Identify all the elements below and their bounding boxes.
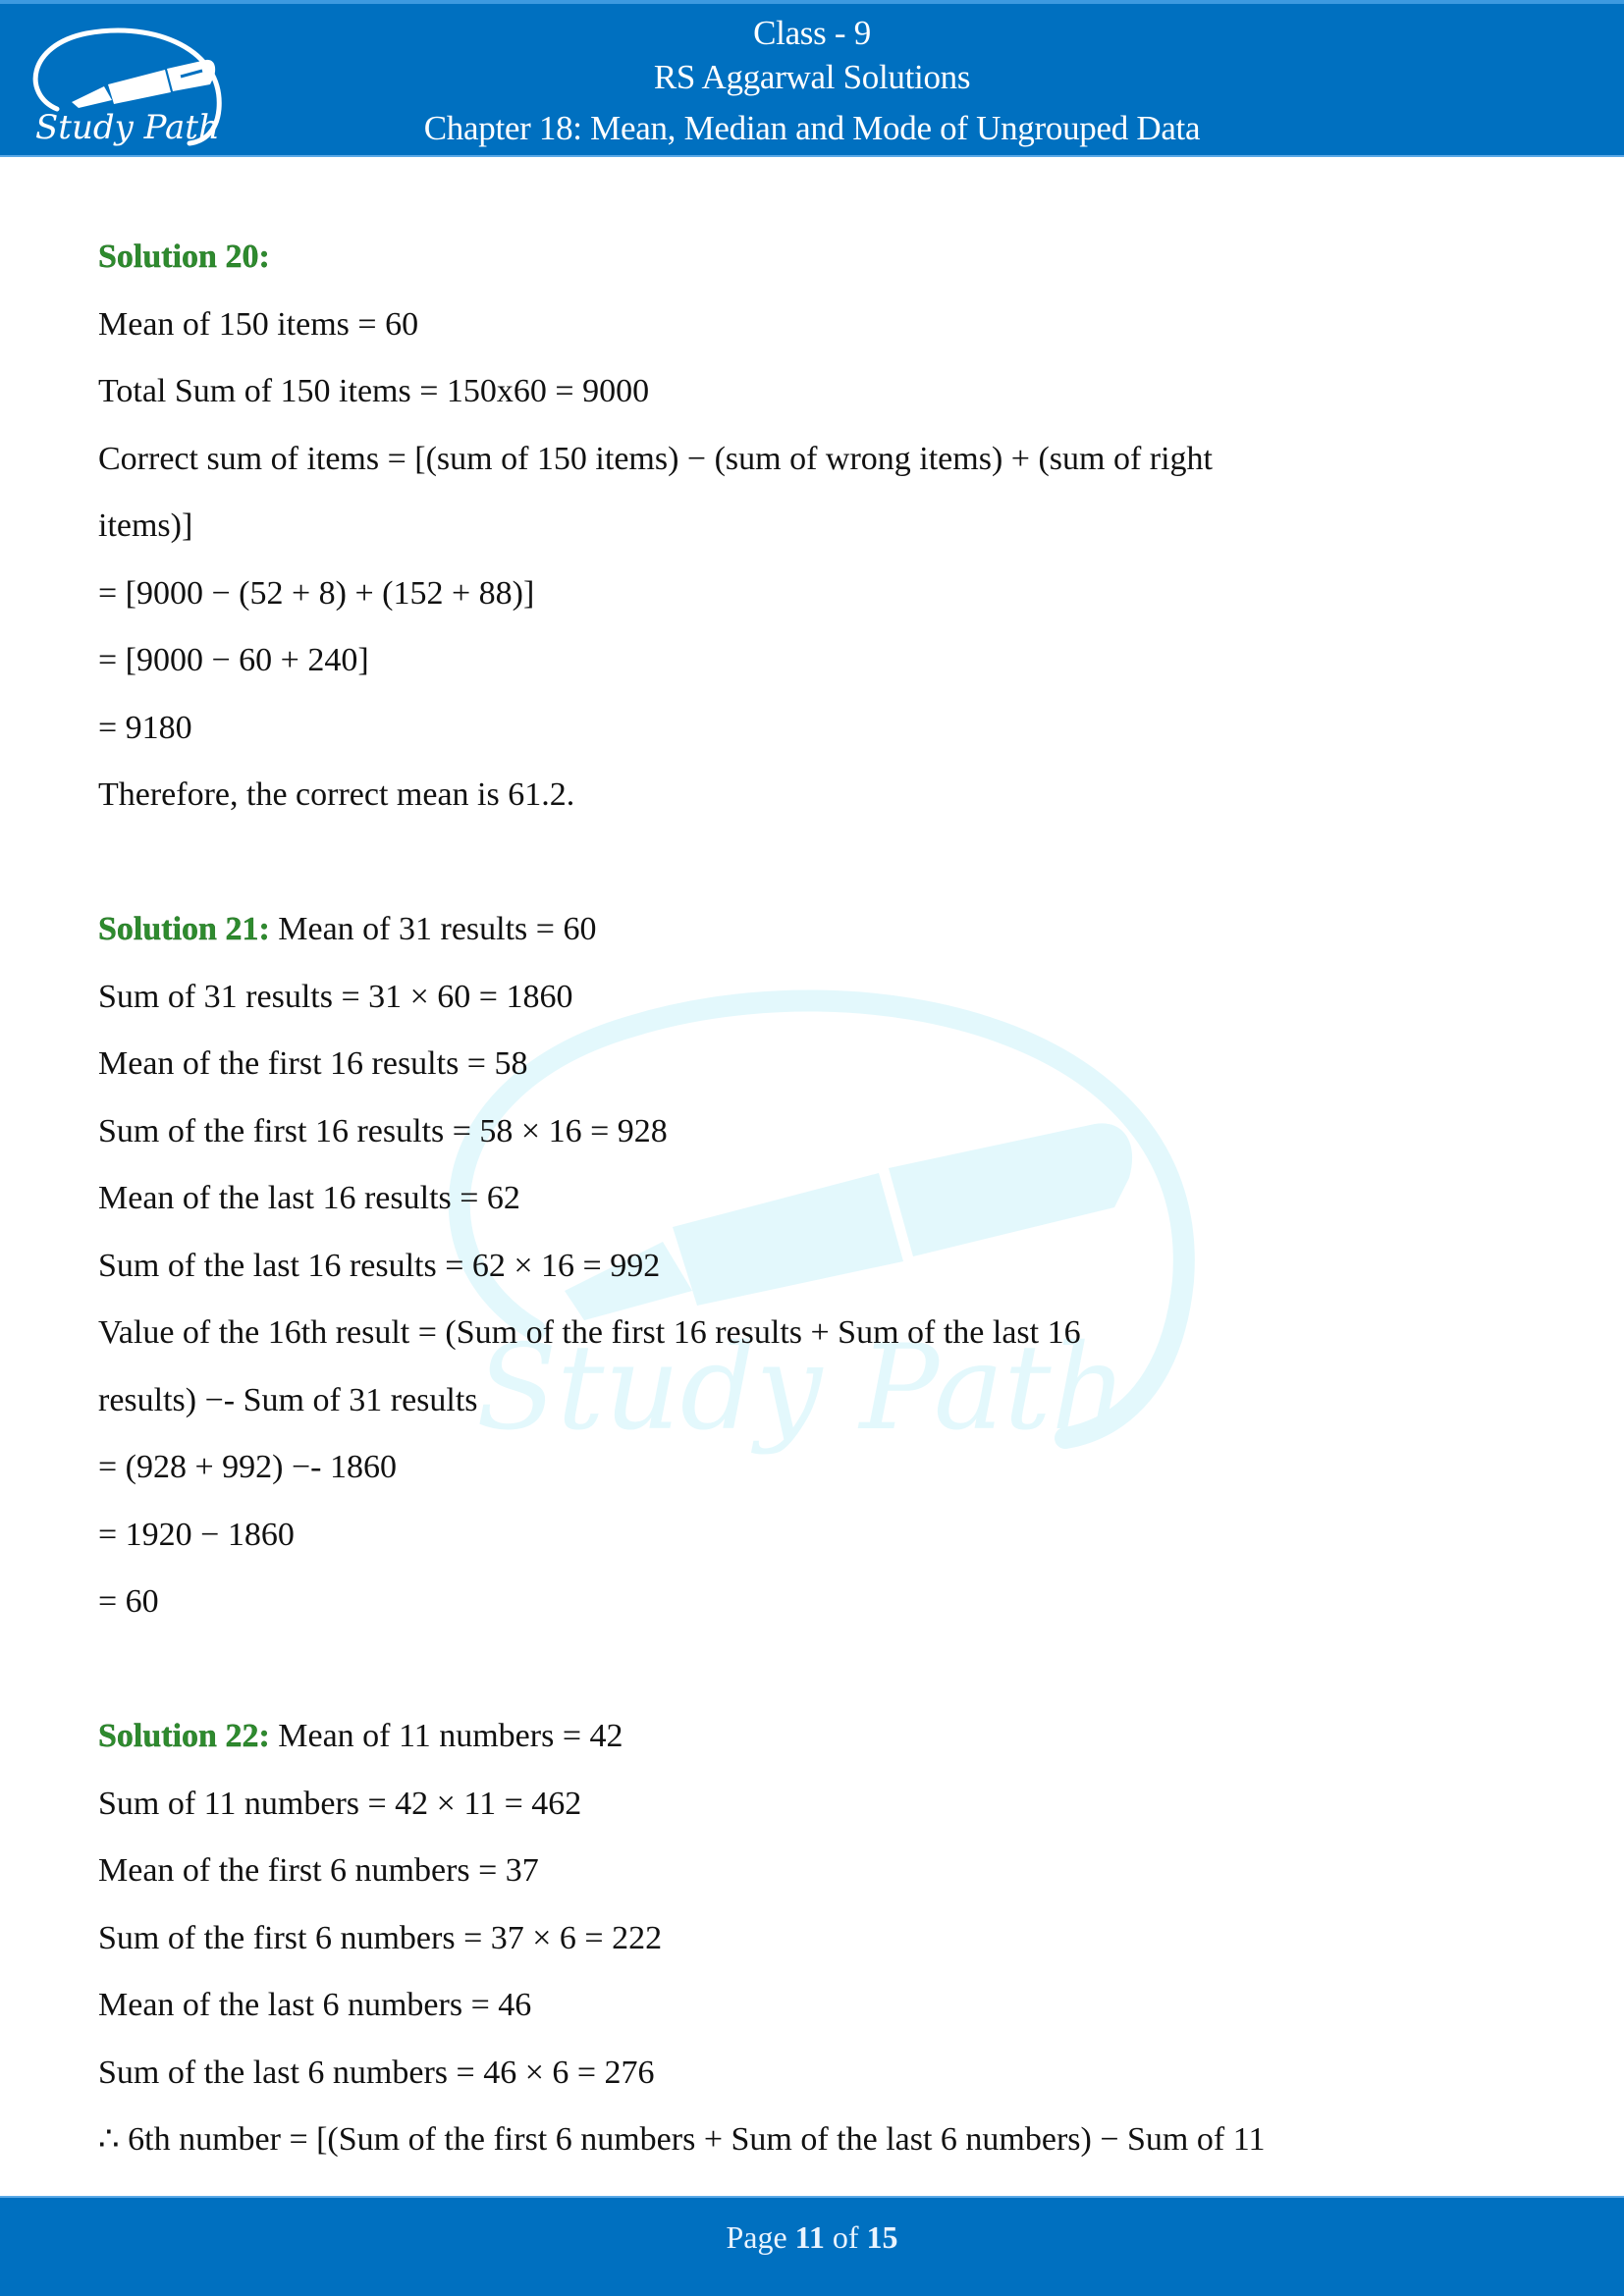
chapter-title: Chapter 18: Mean, Median and Mode of Ung… xyxy=(423,109,1201,147)
solution-heading-row: Solution 20: xyxy=(98,232,1532,299)
solution-line: Sum of the last 16 results = 62 × 16 = 9… xyxy=(98,1247,661,1284)
solution-line: = [9000 − (52 + 8) + (152 + 88)] xyxy=(98,574,535,612)
solution-inline-text: Mean of 31 results = 60 xyxy=(269,911,597,947)
solution-inline-text: Mean of 11 numbers = 42 xyxy=(269,1718,623,1754)
solution-line: = 60 xyxy=(98,1583,159,1620)
solution-line: Mean of the last 16 results = 62 xyxy=(98,1180,520,1216)
solution-line: Mean of the last 6 numbers = 46 xyxy=(98,1987,532,2023)
solution-line: Sum of the first 16 results = 58 × 16 = … xyxy=(98,1112,668,1149)
current-page: 11 xyxy=(794,2219,825,2255)
solution-line: Mean of 150 items = 60 xyxy=(98,305,419,343)
solution-line: Mean of the first 6 numbers = 37 xyxy=(98,1852,539,1889)
solution-line: Correct sum of items = [(sum of 150 item… xyxy=(98,440,1213,477)
page-of-label: of xyxy=(824,2219,867,2255)
page-prefix: Page xyxy=(726,2219,795,2255)
solution-21-heading: Solution 21: xyxy=(98,911,270,947)
solution-22-heading: Solution 22: xyxy=(98,1718,270,1754)
solution-line: ∴ 6th number = [(Sum of the first 6 numb… xyxy=(98,2121,1266,2158)
class-label: Class - 9 xyxy=(753,14,871,52)
solution-heading-row: Solution 21: Mean of 31 results = 60 xyxy=(98,904,1532,972)
solution-line: Therefore, the correct mean is 61.2. xyxy=(98,776,575,813)
solution-line: Value of the 16th result = (Sum of the f… xyxy=(98,1314,1081,1351)
solution-20-heading: Solution 20: xyxy=(98,239,270,275)
total-pages: 15 xyxy=(866,2219,898,2255)
solutions-content: Solution 20: Mean of 150 items = 60 Tota… xyxy=(98,232,1532,2182)
solution-heading-row: Solution 22: Mean of 11 numbers = 42 xyxy=(98,1711,1532,1779)
solution-line: Sum of 31 results = 31 × 60 = 1860 xyxy=(98,978,573,1015)
page-header: Study Path Class - 9 RS Aggarwal Solutio… xyxy=(0,0,1624,157)
solution-line: Sum of 11 numbers = 42 × 11 = 462 xyxy=(98,1785,582,1822)
solution-line: Mean of the first 16 results = 58 xyxy=(98,1045,528,1082)
solution-line: = [9000 − 60 + 240] xyxy=(98,642,369,678)
solution-line: Total Sum of 150 items = 150x60 = 9000 xyxy=(98,373,650,409)
book-title: RS Aggarwal Solutions xyxy=(653,58,971,96)
solution-line: = (928 + 992) −- 1860 xyxy=(98,1449,397,1485)
solution-line: Sum of the last 6 numbers = 46 × 6 = 276 xyxy=(98,2054,655,2091)
solution-line: = 9180 xyxy=(98,709,192,746)
solution-line: results) −- Sum of 31 results xyxy=(98,1381,478,1418)
solution-line: items)] xyxy=(98,507,193,544)
solution-line: Sum of the first 6 numbers = 37 × 6 = 22… xyxy=(98,1919,663,1956)
solution-line: = 1920 − 1860 xyxy=(98,1516,295,1553)
page-footer: Page 11 of 15 xyxy=(0,2196,1624,2296)
page-number: Page 11 of 15 xyxy=(0,2219,1624,2256)
